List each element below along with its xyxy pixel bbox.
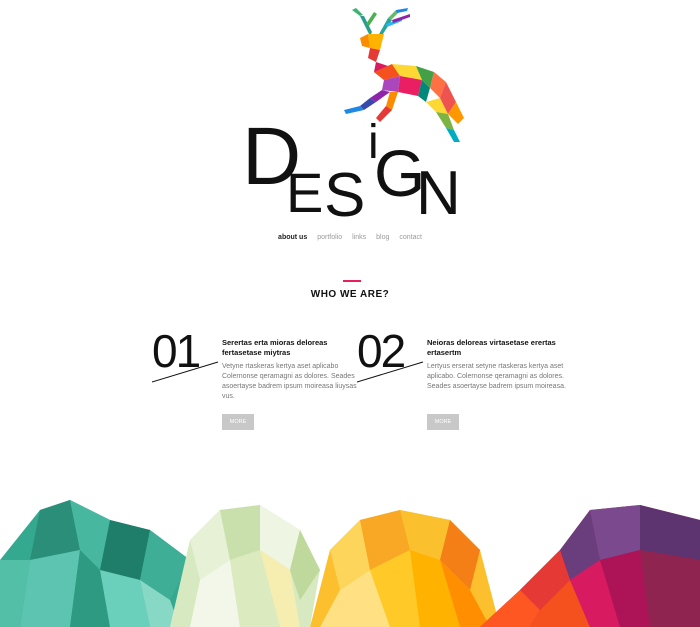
low-poly-mountains	[0, 500, 700, 627]
more-button[interactable]: MORE	[427, 414, 459, 430]
nav-contact[interactable]: contact	[399, 234, 422, 241]
nav-links[interactable]: links	[352, 234, 366, 241]
section-accent-line	[343, 280, 361, 282]
feature-body: Lertyus erserat setyne rtaskeras kertya …	[427, 363, 566, 390]
section-title: WHO WE ARE?	[310, 289, 390, 300]
logo-letter-e: E	[286, 161, 323, 222]
logo-letter-s: S	[324, 161, 365, 222]
feature-body: Vetyne rtaskeras kertya aset aplicabo Co…	[222, 363, 357, 400]
slash-divider	[357, 361, 424, 383]
logo-letter-n: N	[416, 159, 461, 222]
feature-heading: Neioras deloreas virtasetase erertas ert…	[427, 338, 556, 357]
main-nav: about us portfolio links blog contact	[0, 234, 700, 241]
slash-divider	[152, 361, 219, 383]
feature-heading: Serertas erta mioras deloreas fertasetas…	[222, 338, 328, 357]
nav-blog[interactable]: blog	[376, 234, 389, 241]
more-button[interactable]: MORE	[222, 414, 254, 430]
feature-01: 01 Serertas erta mioras deloreas fertase…	[152, 326, 362, 436]
nav-portfolio[interactable]: portfolio	[317, 234, 342, 241]
design-wordmark: D E S i G N	[242, 112, 461, 222]
nav-about-us[interactable]: about us	[278, 234, 307, 241]
feature-02: 02 Neioras deloreas virtasetase erertas …	[357, 326, 567, 436]
